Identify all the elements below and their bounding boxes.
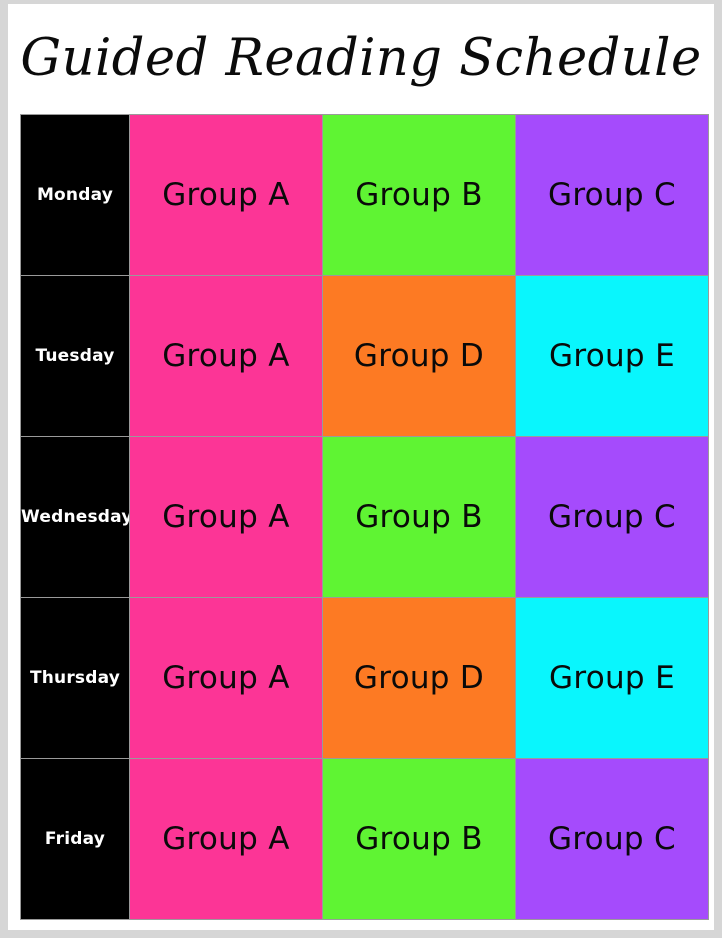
day-label-cell: Friday xyxy=(20,758,130,920)
day-label: Tuesday xyxy=(35,346,115,366)
group-label: Group B xyxy=(355,177,483,213)
group-label: Group A xyxy=(162,177,290,213)
group-label: Group D xyxy=(353,338,485,374)
group-cell[interactable]: Group D xyxy=(322,597,516,759)
group-label: Group C xyxy=(548,177,676,213)
table-row: Wednesday Group A Group B Group C xyxy=(20,436,709,598)
day-label-cell: Wednesday xyxy=(20,436,130,598)
table-row: Friday Group A Group B Group C xyxy=(20,758,709,920)
day-label-cell: Thursday xyxy=(20,597,130,759)
guided-reading-schedule-table: Monday Group A Group B Group C Tuesday G… xyxy=(20,114,709,920)
group-cell[interactable]: Group E xyxy=(515,275,709,437)
group-cell[interactable]: Group A xyxy=(129,275,323,437)
table-row: Monday Group A Group B Group C xyxy=(20,114,709,276)
group-cell[interactable]: Group C xyxy=(515,758,709,920)
day-label-cell: Monday xyxy=(20,114,130,276)
group-label: Group E xyxy=(549,338,675,374)
group-label: Group B xyxy=(355,821,483,857)
day-label-cell: Tuesday xyxy=(20,275,130,437)
schedule-table-body: Monday Group A Group B Group C Tuesday G… xyxy=(20,114,709,920)
group-label: Group A xyxy=(162,821,290,857)
group-label: Group B xyxy=(355,499,483,535)
group-label: Group A xyxy=(162,338,290,374)
document-page: Guided Reading Schedule Monday Group A G… xyxy=(8,4,714,930)
day-label: Wednesday xyxy=(21,507,130,527)
group-cell[interactable]: Group A xyxy=(129,436,323,598)
group-cell[interactable]: Group C xyxy=(515,436,709,598)
group-cell[interactable]: Group A xyxy=(129,597,323,759)
group-cell[interactable]: Group A xyxy=(129,758,323,920)
group-cell[interactable]: Group D xyxy=(322,275,516,437)
group-cell[interactable]: Group B xyxy=(322,758,516,920)
group-cell[interactable]: Group C xyxy=(515,114,709,276)
group-label: Group A xyxy=(162,499,290,535)
group-label: Group C xyxy=(548,821,676,857)
group-label: Group A xyxy=(162,660,290,696)
group-cell[interactable]: Group B xyxy=(322,114,516,276)
group-cell[interactable]: Group B xyxy=(322,436,516,598)
group-label: Group E xyxy=(549,660,675,696)
day-label: Monday xyxy=(36,185,114,205)
day-label: Thursday xyxy=(29,668,121,688)
day-label: Friday xyxy=(44,829,106,849)
group-label: Group C xyxy=(548,499,676,535)
table-row: Tuesday Group A Group D Group E xyxy=(20,275,709,437)
group-label: Group D xyxy=(353,660,485,696)
table-row: Thursday Group A Group D Group E xyxy=(20,597,709,759)
page-title: Guided Reading Schedule xyxy=(20,29,702,88)
group-cell[interactable]: Group A xyxy=(129,114,323,276)
group-cell[interactable]: Group E xyxy=(515,597,709,759)
